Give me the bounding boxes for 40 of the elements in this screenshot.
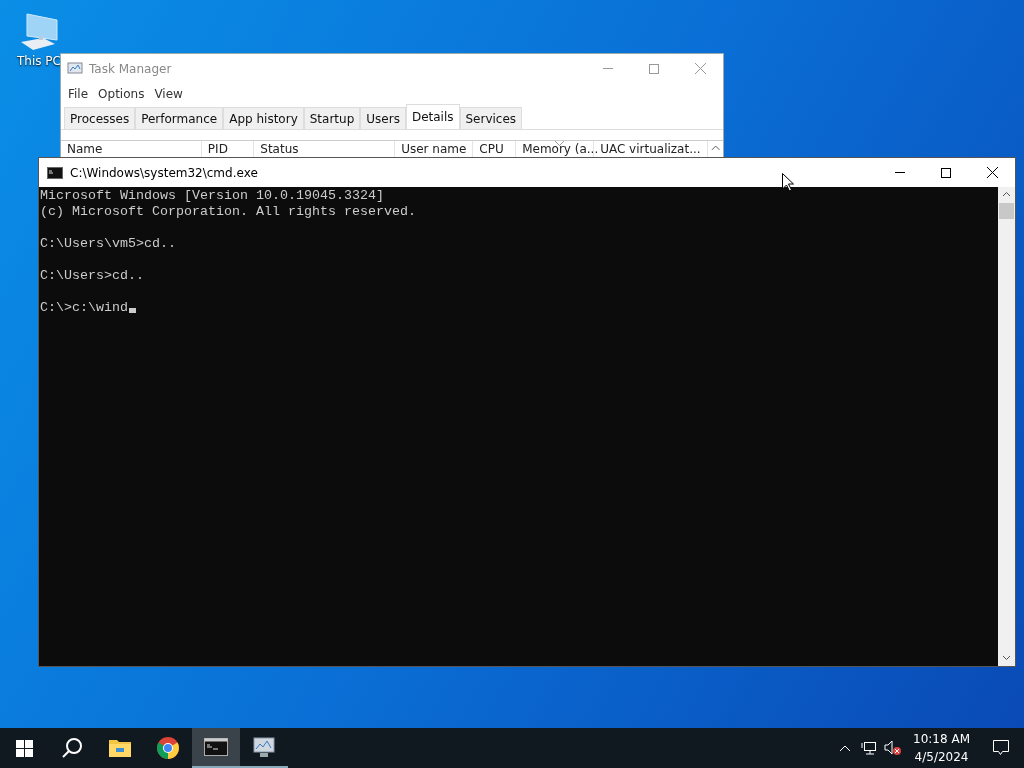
search-icon: [61, 737, 83, 759]
clock-time: 10:18 AM: [913, 731, 970, 748]
menu-item[interactable]: Options: [93, 87, 150, 101]
scrollbar[interactable]: [998, 187, 1015, 666]
tab[interactable]: App history: [223, 107, 304, 129]
desktop-icon-label[interactable]: This PC: [17, 54, 61, 68]
console-icon: [47, 166, 63, 179]
close-icon: [694, 63, 706, 74]
maximize-icon: [649, 63, 659, 74]
menu-item[interactable]: View: [149, 87, 188, 101]
scroll-thumb[interactable]: [999, 203, 1014, 219]
task-manager-icon: [67, 61, 83, 76]
monitor-chart-icon: [252, 736, 276, 758]
window-title: Task Manager: [89, 61, 173, 76]
minimize-icon: [895, 172, 905, 173]
console-line: C:\>c:\wind: [40, 300, 128, 316]
minimize-icon: [603, 68, 613, 69]
console-icon: [204, 738, 228, 756]
sort-caret-icon: [554, 141, 564, 146]
tab[interactable]: Users: [360, 107, 406, 129]
tab[interactable]: Processes: [64, 107, 136, 129]
window-title: C:\Windows\system32\cmd.exe: [70, 165, 259, 180]
chrome-icon: [156, 736, 180, 760]
console-line: Microsoft Windows [Version 10.0.19045.3324]: [40, 188, 384, 204]
console-line: (c) Microsoft Corporation. All rights reserved.: [40, 204, 416, 220]
tab[interactable]: Services: [459, 107, 523, 129]
close-icon: [986, 167, 998, 178]
windows-logo-icon: [15, 739, 33, 757]
console-line: C:\Users>cd..: [40, 268, 144, 284]
clock[interactable]: 10:18 AM 4/5/2024: [905, 730, 978, 766]
tab[interactable]: Startup: [303, 107, 361, 129]
folder-icon: [108, 738, 132, 758]
maximize-icon: [941, 167, 951, 178]
tab[interactable]: Performance: [135, 107, 224, 129]
text-cursor: [129, 308, 136, 313]
console-line: C:\Users\vm5>cd..: [40, 236, 176, 252]
tab[interactable]: Details: [405, 104, 460, 129]
taskbar-app-button[interactable]: [192, 728, 240, 768]
menu-item[interactable]: File: [63, 87, 94, 101]
clock-date: 4/5/2024: [914, 749, 969, 766]
